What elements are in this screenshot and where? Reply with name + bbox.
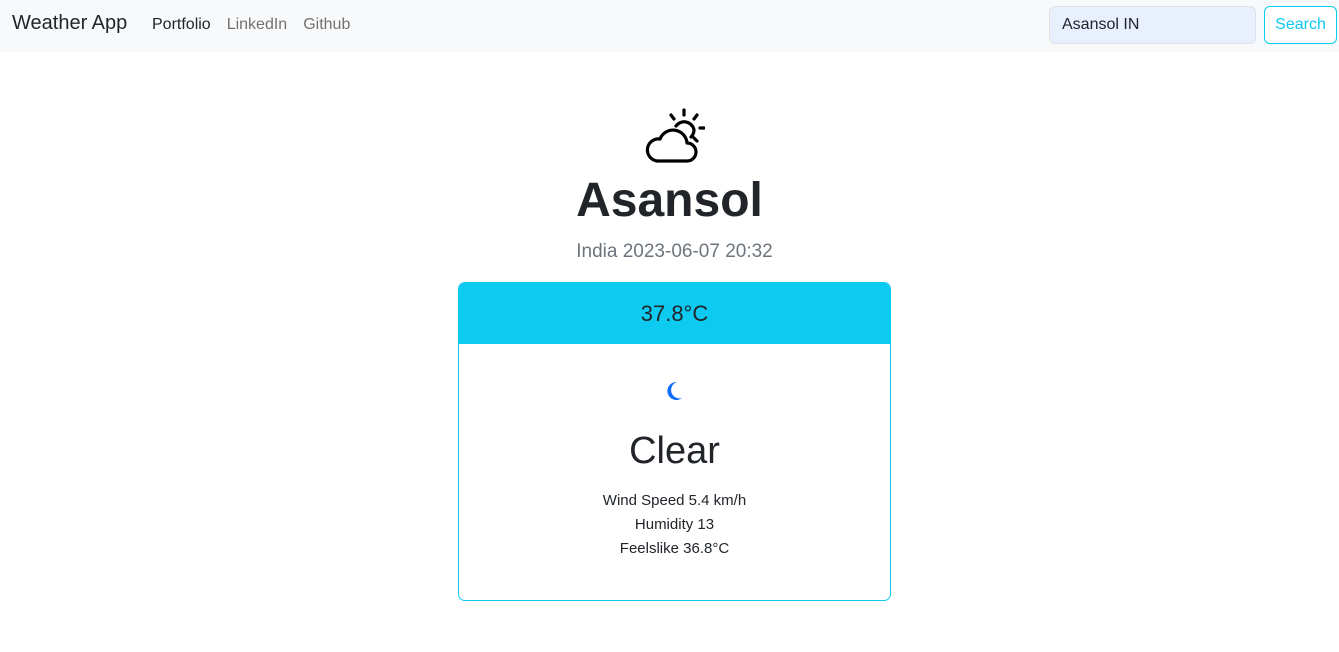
brand-link[interactable]: Weather App [12,12,127,35]
weather-details: Wind Speed 5.4 km/h Humidity 13 Feelslik… [459,489,890,561]
country-datetime: India 2023-06-07 20:32 [576,241,773,262]
navbar: Weather App Portfolio LinkedIn Github Se… [0,0,1339,52]
moon-icon [667,381,682,400]
nav-link-github[interactable]: Github [303,16,350,34]
humidity: Humidity 13 [634,516,715,533]
weather-condition: Clear [629,430,720,472]
wind-speed: Wind Speed 5.4 km/h [602,492,747,509]
temperature-header: 37.8°C [459,283,890,344]
search-button[interactable]: Search [1264,6,1337,44]
weather-card: 37.8°C Clear Wind Speed 5.4 km/h Humidit… [458,282,891,601]
search-input[interactable] [1049,6,1256,44]
nav-link-linkedin[interactable]: LinkedIn [227,16,288,34]
nav-link-portfolio[interactable]: Portfolio [152,16,211,34]
city-name: Asansol [576,174,763,227]
feelslike: Feelslike 36.8°C [619,540,730,557]
cloud-sun-icon [645,108,705,163]
nav-links: Portfolio LinkedIn Github [152,16,350,34]
